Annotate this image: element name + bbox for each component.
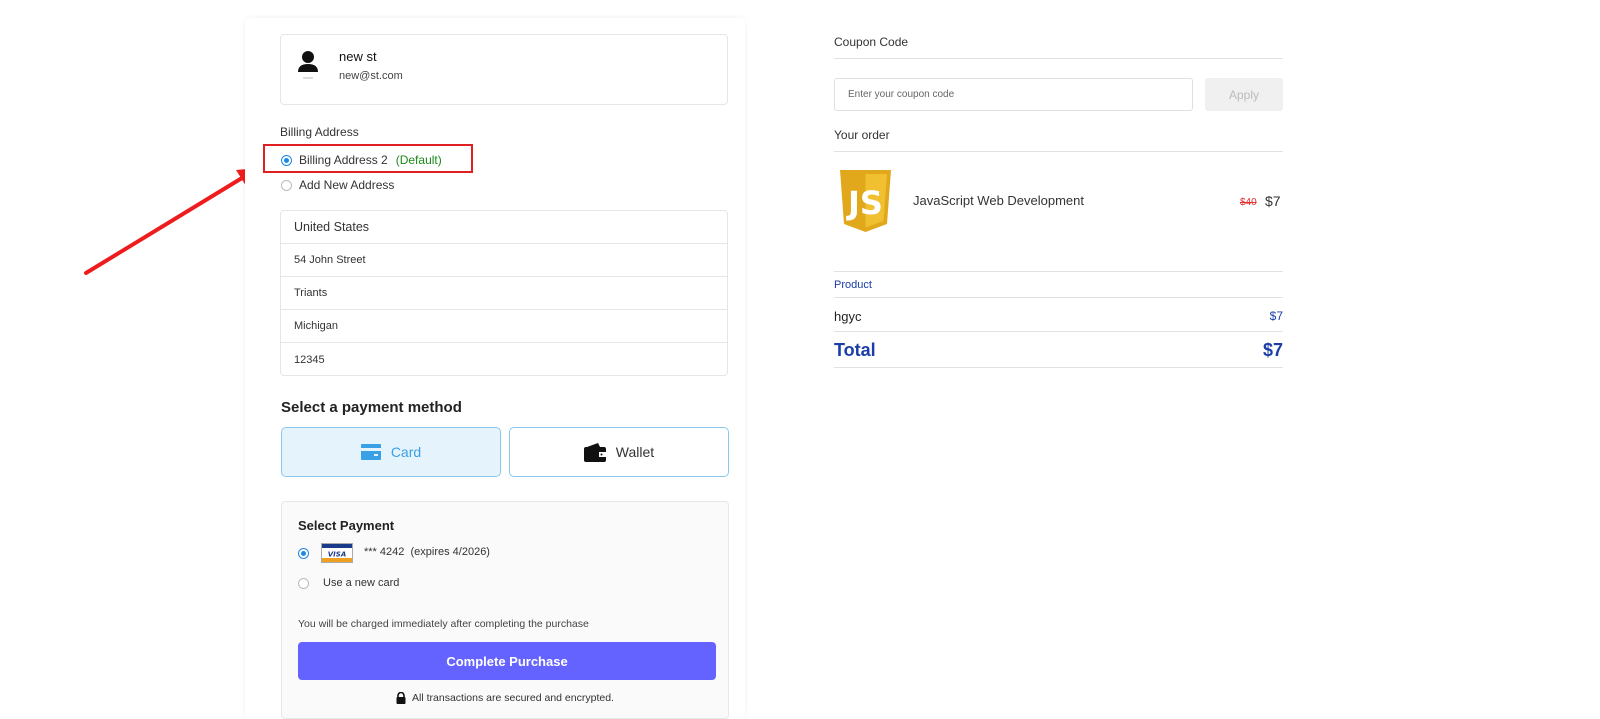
secure-note: All transactions are secured and encrypt… xyxy=(282,692,728,704)
total-label: Total xyxy=(834,340,876,360)
wallet-option-label: Wallet xyxy=(615,444,655,460)
divider xyxy=(834,367,1283,368)
visa-brand-text: VISA xyxy=(328,551,346,559)
divider xyxy=(834,151,1283,152)
coupon-code-input[interactable] xyxy=(834,78,1193,111)
add-new-address-option[interactable]: Add New Address xyxy=(299,178,394,192)
secure-note-text: All transactions are secured and encrypt… xyxy=(412,692,614,704)
payment-method-title: Select a payment method xyxy=(281,399,462,416)
address-country: United States xyxy=(281,211,727,244)
select-payment-panel: Select Payment VISA *** 4242 (expires 4/… xyxy=(281,501,729,719)
address-zip: 12345 xyxy=(294,353,325,366)
divider xyxy=(834,58,1283,59)
user-name: new st xyxy=(339,49,377,64)
divider xyxy=(834,297,1283,298)
javascript-logo-icon: JS xyxy=(840,170,891,232)
user-card: new st new@st.com xyxy=(280,34,728,105)
annotation-highlight-box xyxy=(263,144,473,173)
user-email: new@st.com xyxy=(339,70,403,82)
apply-coupon-button[interactable]: Apply xyxy=(1205,78,1283,111)
wallet-payment-option[interactable]: Wallet xyxy=(509,427,729,477)
address-details: United States 54 John Street Triants Mic… xyxy=(280,210,728,376)
user-avatar-icon xyxy=(298,51,318,79)
address-city: Triants xyxy=(281,277,727,310)
billing-address-label: Billing Address xyxy=(280,125,359,139)
course-name: JavaScript Web Development xyxy=(913,193,1085,208)
address-street: 54 John Street xyxy=(281,244,727,277)
product-header: Product xyxy=(834,279,872,291)
lock-icon xyxy=(396,692,406,704)
saved-card-text[interactable]: *** 4242 (expires 4/2026) xyxy=(364,546,490,558)
new-card-radio[interactable] xyxy=(298,578,309,589)
saved-card-radio[interactable] xyxy=(298,548,309,559)
product-name: hgyc xyxy=(834,309,862,324)
card-option-label: Card xyxy=(390,444,422,460)
annotation-arrow xyxy=(84,168,258,275)
address-state: Michigan xyxy=(281,310,727,343)
divider xyxy=(834,271,1283,272)
card-icon xyxy=(360,444,381,460)
card-payment-option[interactable]: Card xyxy=(281,427,501,477)
complete-purchase-button[interactable]: Complete Purchase xyxy=(298,642,716,680)
use-new-card-option[interactable]: Use a new card xyxy=(323,577,399,589)
your-order-label: Your order xyxy=(834,128,890,142)
select-payment-title: Select Payment xyxy=(298,518,395,533)
product-price: $7 xyxy=(1269,309,1283,323)
js-logo-text: JS xyxy=(846,184,883,222)
charge-note: You will be charged immediately after co… xyxy=(298,618,589,630)
visa-icon: VISA xyxy=(321,543,353,563)
discounted-price: $7 xyxy=(1265,193,1281,209)
original-price: $40 xyxy=(1240,197,1257,208)
divider xyxy=(834,331,1283,332)
wallet-icon xyxy=(583,442,606,462)
coupon-code-label: Coupon Code xyxy=(834,35,909,49)
add-new-address-radio[interactable] xyxy=(281,180,292,191)
total-value: $7 xyxy=(1262,340,1283,360)
